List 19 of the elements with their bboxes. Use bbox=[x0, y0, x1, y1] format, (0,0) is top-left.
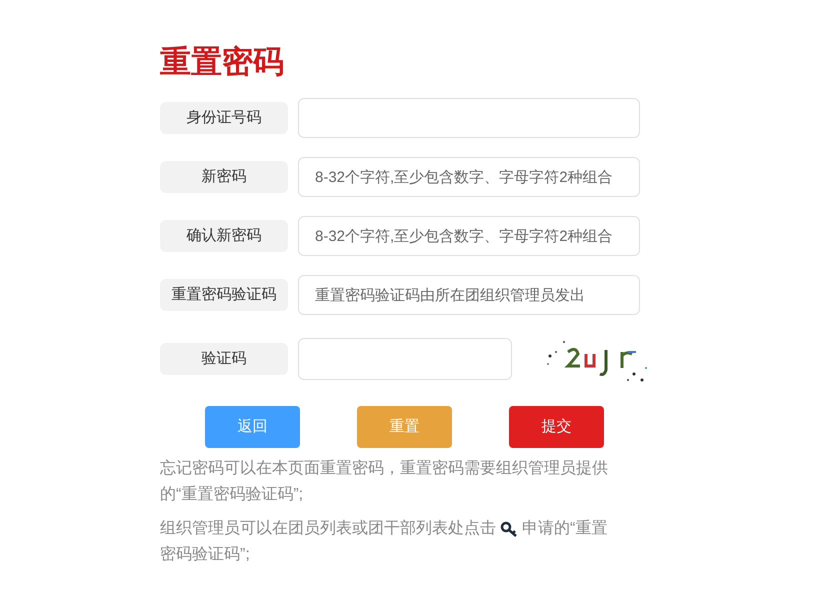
input-field[interactable]: 8-32个字符,至少包含数字、字母字符2种组合 bbox=[298, 216, 640, 256]
page-title: 重置密码 bbox=[160, 43, 284, 81]
action-button[interactable]: 提交 bbox=[509, 406, 604, 448]
field-label: 新密码 bbox=[160, 161, 288, 193]
field-label: 重置密码验证码 bbox=[160, 279, 288, 311]
note-text: 忘记密码可以在本页面重置密码，重置密码需要组织管理员提供的“重置密码验证码”; bbox=[160, 458, 609, 505]
input-field[interactable]: 8-32个字符,至少包含数字、字母字符2种组合 bbox=[298, 157, 640, 197]
captcha-input-field[interactable] bbox=[298, 338, 512, 380]
field-label: 确认新密码 bbox=[160, 220, 288, 252]
input-field[interactable]: 重置密码验证码由所在团组织管理员发出 bbox=[298, 275, 640, 315]
input-field[interactable] bbox=[298, 98, 640, 138]
note-text: 申请的“重置 bbox=[522, 518, 608, 539]
action-button[interactable]: 重置 bbox=[357, 406, 452, 448]
action-button[interactable]: 返回 bbox=[205, 406, 300, 448]
note-text: 组织管理员可以在团员列表或团干部列表处点击 bbox=[160, 518, 496, 539]
field-label: 身份证号码 bbox=[160, 102, 288, 134]
note-text: 密码验证码”; bbox=[160, 544, 250, 565]
field-label: 验证码 bbox=[160, 343, 288, 375]
key-icon[interactable] bbox=[500, 521, 518, 537]
